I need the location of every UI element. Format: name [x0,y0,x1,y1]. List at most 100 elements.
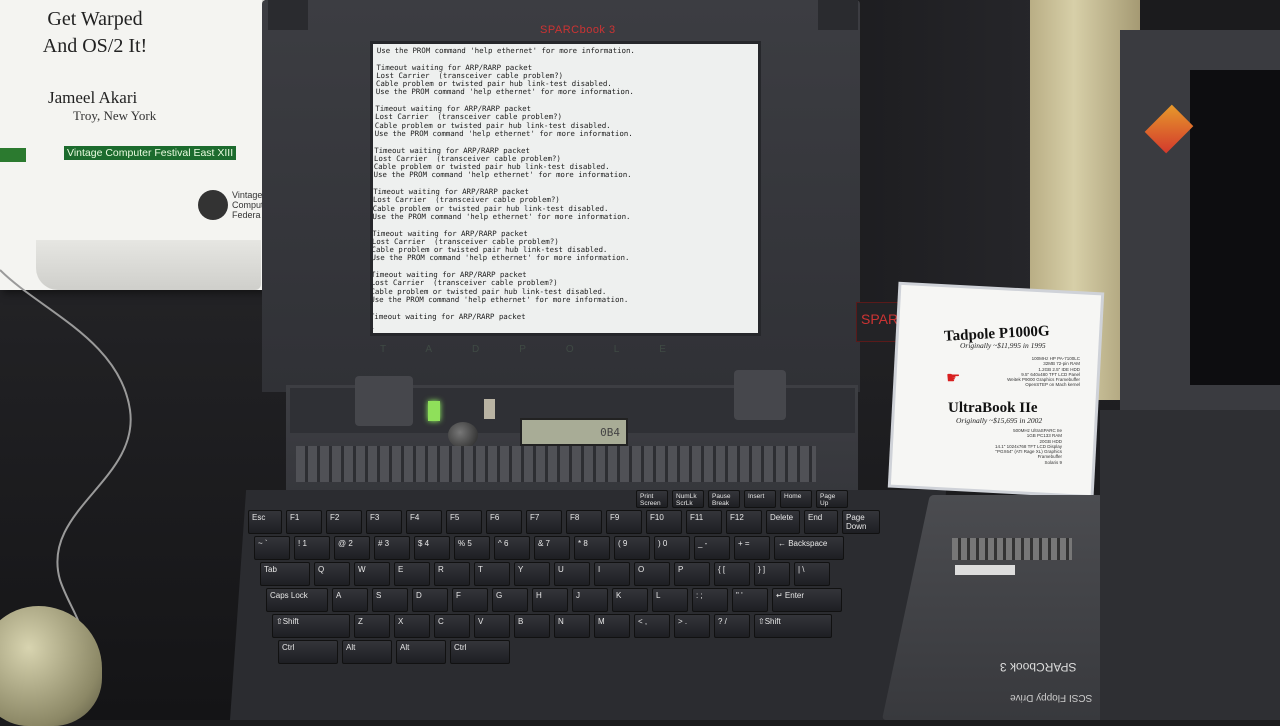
power-led-icon [428,401,440,421]
key-[interactable]: { [ [714,562,750,586]
key-[interactable]: ~ ` [254,536,290,560]
key-f5[interactable]: F5 [446,510,482,534]
key-shift[interactable]: ⇧Shift [754,614,832,638]
key-6[interactable]: ^ 6 [494,536,530,560]
key-q[interactable]: Q [314,562,350,586]
key-w[interactable]: W [354,562,390,586]
key-r[interactable]: R [434,562,470,586]
key-[interactable]: + = [734,536,770,560]
key-x[interactable]: X [394,614,430,638]
terminal-output: Use the PROM command 'help ethernet' for… [373,46,636,329]
key-insert[interactable]: Insert [744,490,776,508]
key-s[interactable]: S [372,588,408,612]
key-[interactable]: } ] [754,562,790,586]
key-[interactable]: | \ [794,562,830,586]
keyboard[interactable]: Esc F1 F2 F3 F4 F5 F6 F7 F8 F9 F10 F11 F12 Delete End P… [248,490,898,720]
placard-event: Vintage Computer Festival East XIII [64,146,237,160]
key-[interactable]: < , [634,614,670,638]
dark-backdrop [850,0,1040,330]
keyboard-row: Caps Lock A S D F G H J K L: ; " ' ↵ Enter [266,588,842,613]
key-enter[interactable]: ↵ Enter [772,588,842,612]
keyboard-row: ⇧Shift Z X C V B N M < , > .? / ⇧Shift [272,614,832,639]
pointer-hand-icon: ☛ [946,370,961,387]
lid-latch-left [268,0,308,30]
key-f8[interactable]: F8 [566,510,602,534]
key-esc[interactable]: Esc [248,510,282,534]
key-f3[interactable]: F3 [366,510,402,534]
key-f[interactable]: F [452,588,488,612]
key-i[interactable]: I [594,562,630,586]
key-a[interactable]: A [332,588,368,612]
key-u[interactable]: U [554,562,590,586]
key-n[interactable]: N [554,614,590,638]
key-c[interactable]: C [434,614,470,638]
key-j[interactable]: J [572,588,608,612]
key-numlk-scrlk[interactable]: NumLk ScrLk [672,490,704,508]
key-v[interactable]: V [474,614,510,638]
placard-city: Troy, New York [73,108,157,123]
second-laptop-screen [1190,70,1280,385]
key-z[interactable]: Z [354,614,390,638]
key-3[interactable]: # 3 [374,536,410,560]
key-f4[interactable]: F4 [406,510,442,534]
vcf-logo-icon [198,190,228,220]
key-e[interactable]: E [394,562,430,586]
key-caps-lock[interactable]: Caps Lock [266,588,328,612]
key-b[interactable]: B [514,614,550,638]
key-f6[interactable]: F6 [486,510,522,534]
key-5[interactable]: % 5 [454,536,490,560]
key-alt[interactable]: Alt [342,640,392,664]
key-print-screen[interactable]: Print Screen [636,490,668,508]
keyboard-row: ~ `! 1 @ 2 # 3 $ 4% 5 ^ 6 & 7 * 8( 9) 0 _ - + = ←… [254,536,844,561]
key-ctrl[interactable]: Ctrl [278,640,338,664]
key-l[interactable]: L [652,588,688,612]
key-f2[interactable]: F2 [326,510,362,534]
lcd-readout: 0B4 [600,426,620,439]
sign-price-p1000g: Originally ~$11,995 in 1995 [960,341,1046,350]
key-[interactable]: > . [674,614,710,638]
key-h[interactable]: H [532,588,568,612]
key-y[interactable]: Y [514,562,550,586]
key-backspace[interactable]: ← Backspace [774,536,844,560]
key-7[interactable]: & 7 [534,536,570,560]
key-4[interactable]: $ 4 [414,536,450,560]
key-t[interactable]: T [474,562,510,586]
green-tag [0,148,26,162]
key-f7[interactable]: F7 [526,510,562,534]
hinge-left [355,376,413,426]
key-p[interactable]: P [674,562,710,586]
key-[interactable]: " ' [732,588,768,612]
key-[interactable]: ? / [714,614,750,638]
floppy-subtitle: SCSI Floppy Drive [1010,692,1093,703]
trackball[interactable] [448,422,478,448]
key-o[interactable]: O [634,562,670,586]
key-g[interactable]: G [492,588,528,612]
floppy-title: SPARCbook 3 [1000,660,1077,674]
key-9[interactable]: ( 9 [614,536,650,560]
status-led-icon [484,399,495,419]
key-0[interactable]: ) 0 [654,536,690,560]
key-alt[interactable]: Alt [396,640,446,664]
lid-logo: TADPOLE [380,344,706,355]
key-8[interactable]: * 8 [574,536,610,560]
key-shift[interactable]: ⇧Shift [272,614,350,638]
barcode-label [955,565,1015,575]
key-home[interactable]: Home [780,490,812,508]
sign-price-ultrabook: Originally ~$15,695 in 2002 [956,416,1043,425]
key-k[interactable]: K [612,588,648,612]
key-f1[interactable]: F1 [286,510,322,534]
floppy-vent [952,538,1072,560]
key-tab[interactable]: Tab [260,562,310,586]
key-[interactable]: : ; [692,588,728,612]
hinge-right [734,370,786,420]
key-ctrl[interactable]: Ctrl [450,640,510,664]
lid-latch-right [818,0,858,30]
key-d[interactable]: D [412,588,448,612]
key-m[interactable]: M [594,614,630,638]
key-page-up[interactable]: Page Up [816,490,848,508]
placard-title: Get Warped And OS/2 It! [42,8,148,57]
key-2[interactable]: @ 2 [334,536,370,560]
key-[interactable]: _ - [694,536,730,560]
key-pause-break[interactable]: Pause Break [708,490,740,508]
key-1[interactable]: ! 1 [294,536,330,560]
